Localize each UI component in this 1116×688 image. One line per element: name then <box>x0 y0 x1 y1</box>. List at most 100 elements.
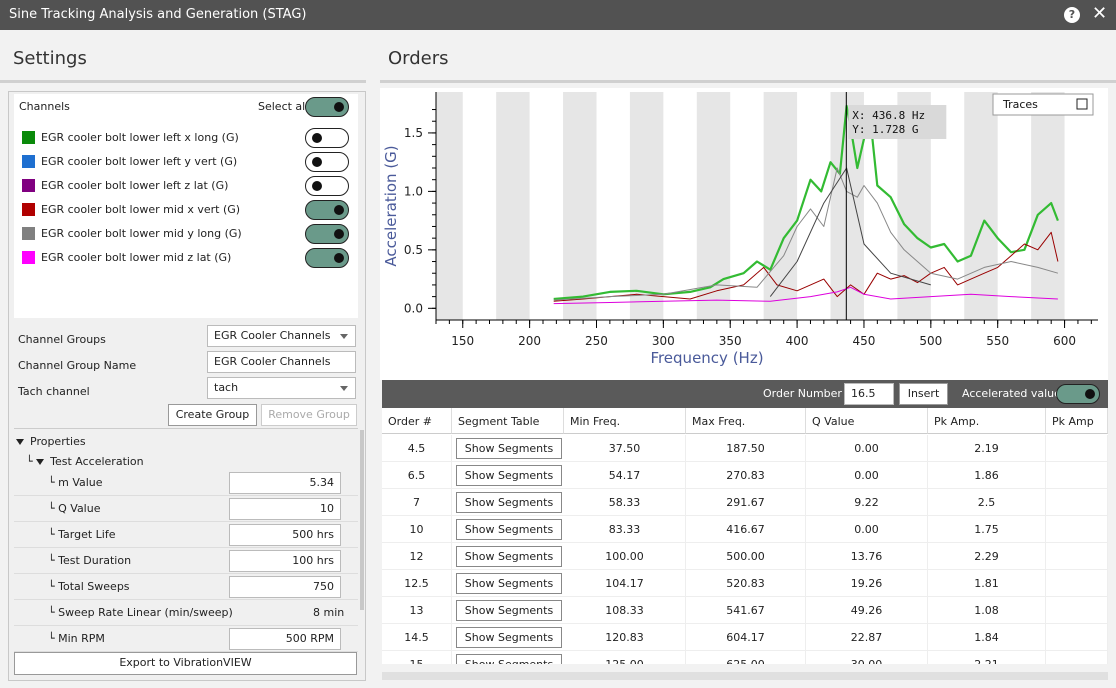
toggle-knob <box>334 253 344 263</box>
column-header[interactable]: Min Freq. <box>564 408 686 434</box>
order-number-input[interactable]: 16.5 <box>844 383 894 405</box>
channel-group-name-input[interactable]: EGR Cooler Channels <box>207 351 356 373</box>
divider <box>14 428 358 429</box>
traces-checkbox[interactable] <box>1076 98 1088 110</box>
channel-group-name-value: EGR Cooler Channels <box>214 355 331 368</box>
table-cell: 10 <box>382 516 452 543</box>
channel-group-name-label: Channel Group Name <box>18 359 137 372</box>
channel-toggle[interactable] <box>305 152 349 172</box>
accelerated-values-toggle[interactable] <box>1056 384 1100 404</box>
select-all-label: Select all <box>258 100 309 113</box>
show-segments-button[interactable]: Show Segments <box>456 627 562 648</box>
show-segments-button[interactable]: Show Segments <box>456 654 562 664</box>
table-horizontal-scrollbar[interactable] <box>382 672 1108 680</box>
column-header[interactable]: Pk Amp. <box>928 408 1046 434</box>
channel-row: EGR cooler bolt lower mid z lat (G) <box>22 248 352 268</box>
channel-groups-select[interactable]: EGR Cooler Channels <box>207 325 356 347</box>
properties-header[interactable]: Properties <box>16 435 86 448</box>
property-input[interactable]: 750 <box>229 576 341 598</box>
properties-scrollbar[interactable] <box>360 430 364 610</box>
channel-toggle[interactable] <box>305 128 349 148</box>
test-acceleration-header[interactable]: └ Test Acceleration <box>26 455 144 468</box>
x-tick-label: 150 <box>451 334 474 348</box>
column-header[interactable]: Order # <box>382 408 452 434</box>
channel-toggle[interactable] <box>305 248 349 268</box>
table-cell: 0.00 <box>806 435 928 462</box>
property-label: └ Min RPM <box>48 632 105 645</box>
table-cell <box>1046 570 1108 597</box>
table-row[interactable]: 13 Show Segments 108.33 541.67 49.26 1.08 <box>382 597 1108 624</box>
settings-divider <box>0 80 366 83</box>
table-cell: 13 <box>382 597 452 624</box>
channel-label: EGR cooler bolt lower mid x vert (G) <box>41 203 241 216</box>
show-segments-button[interactable]: Show Segments <box>456 492 562 513</box>
table-cell: 2.29 <box>928 543 1046 570</box>
property-input[interactable]: 100 hrs <box>229 550 341 572</box>
show-segments-button[interactable]: Show Segments <box>456 519 562 540</box>
x-tick-label: 350 <box>719 334 742 348</box>
channel-toggle[interactable] <box>305 200 349 220</box>
property-label: └ m Value <box>48 476 103 489</box>
channel-toggle[interactable] <box>305 176 349 196</box>
channel-label: EGR cooler bolt lower mid y long (G) <box>41 227 242 240</box>
table-cell: 291.67 <box>686 489 806 516</box>
table-cell <box>1046 516 1108 543</box>
channel-groups-value: EGR Cooler Channels <box>214 329 331 342</box>
chart-band <box>436 92 463 320</box>
expand-triangle-icon <box>16 439 24 445</box>
toggle-knob <box>312 181 322 191</box>
y-axis-label: Acceleration (G) <box>382 145 400 266</box>
column-header[interactable]: Pk Amp <box>1046 408 1108 434</box>
property-input[interactable]: 500 hrs <box>229 524 341 546</box>
toggle-knob <box>312 157 322 167</box>
table-row[interactable]: 4.5 Show Segments 37.50 187.50 0.00 2.19 <box>382 435 1108 462</box>
accelerated-values-label: Accelerated values <box>962 387 1067 400</box>
channel-color-swatch <box>22 203 35 216</box>
orders-table: Order # Segment Table Min Freq. Max Freq. Q … <box>382 408 1108 664</box>
show-segments-button[interactable]: Show Segments <box>456 438 562 459</box>
show-segments-button[interactable]: Show Segments <box>456 546 562 567</box>
table-cell: 7 <box>382 489 452 516</box>
table-cell <box>1046 489 1108 516</box>
column-header[interactable]: Segment Table <box>452 408 564 434</box>
create-group-button[interactable]: Create Group <box>168 404 257 426</box>
toggle-knob <box>312 133 322 143</box>
table-cell: 37.50 <box>564 435 686 462</box>
test-acceleration-label: Test Acceleration <box>50 455 144 468</box>
select-all-toggle[interactable] <box>305 97 349 117</box>
property-input[interactable]: 500 RPM <box>229 628 341 650</box>
table-row[interactable]: 14.5 Show Segments 120.83 604.17 22.87 1.84 <box>382 624 1108 651</box>
column-header[interactable]: Q Value <box>806 408 928 434</box>
property-input[interactable]: 10 <box>229 498 341 520</box>
table-row[interactable]: 12 Show Segments 100.00 500.00 13.76 2.29 <box>382 543 1108 570</box>
x-tick-label: 450 <box>853 334 876 348</box>
help-icon[interactable]: ? <box>1064 7 1080 23</box>
properties-label: Properties <box>30 435 86 448</box>
table-cell: 1.84 <box>928 624 1046 651</box>
y-tick-label: 1.0 <box>404 184 423 198</box>
tach-channel-label: Tach channel <box>18 385 90 398</box>
tach-channel-value: tach <box>214 381 239 394</box>
show-segments-button[interactable]: Show Segments <box>456 465 562 486</box>
column-header[interactable]: Max Freq. <box>686 408 806 434</box>
channel-toggle[interactable] <box>305 224 349 244</box>
table-row[interactable]: 15 Show Segments125.00625.0030.002.21 <box>382 651 1108 664</box>
table-row[interactable]: 6.5 Show Segments 54.17 270.83 0.00 1.86 <box>382 462 1108 489</box>
table-row[interactable]: 10 Show Segments 83.33 416.67 0.00 1.75 <box>382 516 1108 543</box>
show-segments-button[interactable]: Show Segments <box>456 573 562 594</box>
table-row[interactable]: 12.5 Show Segments 104.17 520.83 19.26 1.81 <box>382 570 1108 597</box>
insert-button[interactable]: Insert <box>899 383 948 405</box>
orders-title: Orders <box>388 48 449 69</box>
show-segments-button[interactable]: Show Segments <box>456 600 562 621</box>
table-cell: 83.33 <box>564 516 686 543</box>
property-input[interactable]: 5.34 <box>229 472 341 494</box>
table-cell: 125.00 <box>564 651 686 664</box>
tach-channel-select[interactable]: tach <box>207 377 356 399</box>
close-icon[interactable]: ✕ <box>1092 3 1107 24</box>
property-label: └ Sweep Rate Linear (min/sweep) <box>48 606 233 619</box>
channel-color-swatch <box>22 179 35 192</box>
export-vibrationview-button[interactable]: Export to VibrationVIEW <box>14 652 357 675</box>
orders-chart[interactable]: 150 200 250 300 350 400 450 500 550 600 0.0 0.5 1.0 1… <box>380 88 1108 380</box>
remove-group-button[interactable]: Remove Group <box>261 404 357 426</box>
table-row[interactable]: 7 Show Segments 58.33 291.67 9.22 2.5 <box>382 489 1108 516</box>
